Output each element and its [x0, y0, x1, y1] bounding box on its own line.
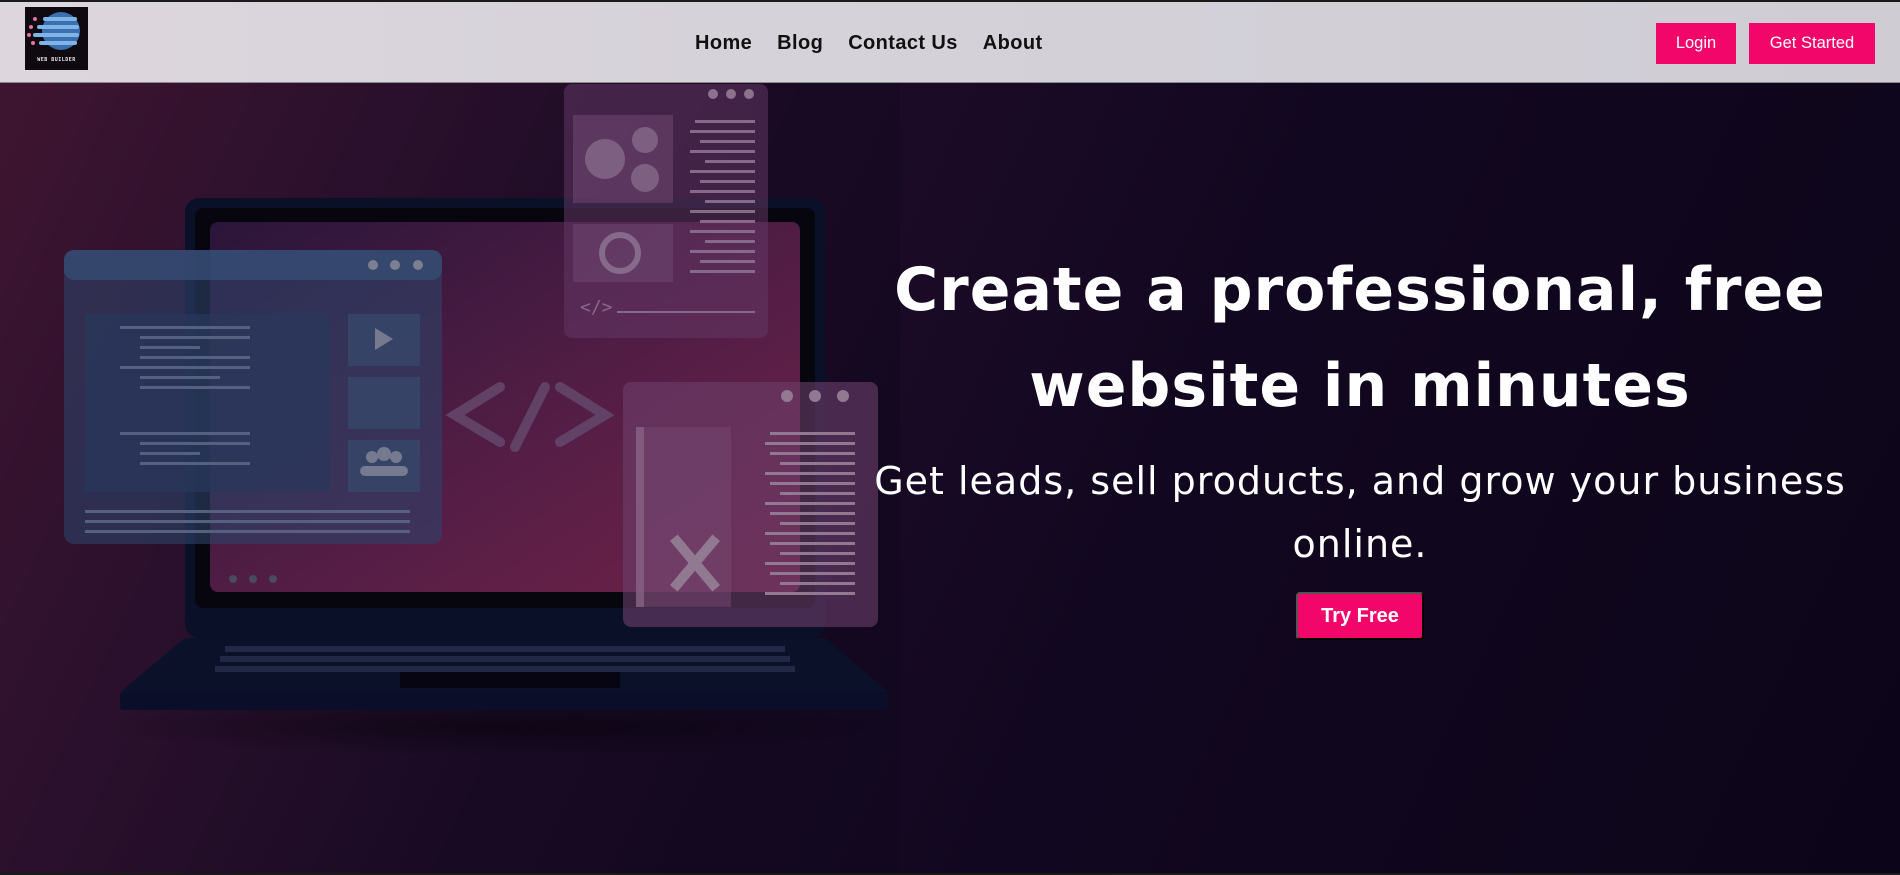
- main-nav: Home Blog Contact Us About: [695, 32, 1043, 55]
- laptop-illustration: </>: [0, 2, 900, 873]
- hero-title-line2: website in minutes: [1029, 351, 1691, 421]
- hero-title: Create a professional, free website in m…: [870, 242, 1850, 434]
- hero-subtitle: Get leads, sell products, and grow your …: [860, 450, 1860, 576]
- hero-title-line1: Create a professional, free: [894, 255, 1826, 325]
- nav-blog[interactable]: Blog: [777, 32, 823, 55]
- nav-home[interactable]: Home: [695, 32, 752, 55]
- nav-about[interactable]: About: [983, 32, 1043, 55]
- get-started-button[interactable]: Get Started: [1749, 23, 1875, 64]
- hero-subtitle-line1: Get leads, sell products, and grow your …: [874, 459, 1846, 503]
- hero-subtitle-line2: online.: [1292, 522, 1428, 566]
- browser-frame: </> WEB BUILDER Home Blog Contact Us Abo…: [0, 0, 1900, 875]
- login-button[interactable]: Login: [1656, 23, 1736, 64]
- site-logo[interactable]: WEB BUILDER: [25, 7, 88, 70]
- logo-text: WEB BUILDER: [37, 57, 76, 63]
- site-header: WEB BUILDER Home Blog Contact Us About L…: [0, 2, 1900, 83]
- landing-page: </> WEB BUILDER Home Blog Contact Us Abo…: [0, 2, 1900, 873]
- nav-contact-us[interactable]: Contact Us: [848, 32, 958, 55]
- try-free-button[interactable]: Try Free: [1296, 592, 1424, 640]
